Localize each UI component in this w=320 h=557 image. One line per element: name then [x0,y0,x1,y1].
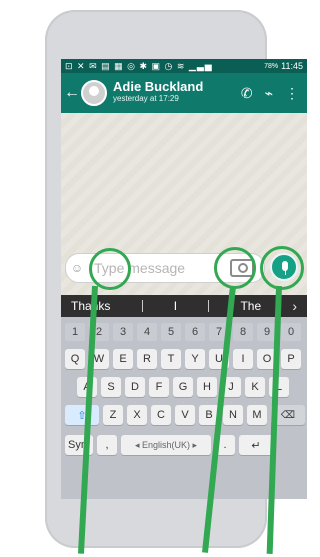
key-s[interactable]: S [101,377,121,397]
emoji-icon[interactable]: ☺ [66,261,88,275]
status-bar: ⊡ ✕ ✉ ▤ ▦ ◎ ✱ ▣ ◷ ≋ ▁▃▅ 78% 11:45 [61,59,307,73]
key-g[interactable]: G [173,377,193,397]
call-icon[interactable]: ✆ [241,85,253,102]
contact-name: Adie Buckland [113,79,204,94]
key-f[interactable]: F [149,377,169,397]
suggestion-right[interactable]: The [240,299,261,313]
key-n[interactable]: N [223,405,243,425]
key-d[interactable]: D [125,377,145,397]
key-c[interactable]: C [151,405,171,425]
attach-icon[interactable]: ⌁ [265,85,273,102]
key-q[interactable]: Q [65,349,85,369]
key-6[interactable]: 6 [185,323,205,341]
key-y[interactable]: Y [185,349,205,369]
status-time: 11:45 [281,61,303,71]
key-8[interactable]: 8 [233,323,253,341]
key-1[interactable]: 1 [65,323,85,341]
number-row: 1 2 3 4 5 6 7 8 9 0 [61,323,301,347]
key-3[interactable]: 3 [113,323,133,341]
key-t[interactable]: T [161,349,181,369]
key-e[interactable]: E [113,349,133,369]
key-row-2: A S D F G H J K L [61,377,289,401]
last-seen: yesterday at 17:29 [113,94,179,103]
key-0[interactable]: 0 [281,323,301,341]
key-z[interactable]: Z [103,405,123,425]
suggestion-divider [141,300,143,312]
back-icon[interactable]: ← [63,84,81,102]
status-icons: ⊡ ✕ ✉ ▤ ▦ ◎ ✱ ▣ ◷ ≋ ▁▃▅ [65,60,213,71]
key-row-3: ⇧ Z X C V B N M ⌫ [61,405,305,429]
suggestion-middle[interactable]: I [174,299,177,313]
chevron-right-icon[interactable]: › [292,298,297,314]
header-actions: ✆ ⌁ ⋮ [241,85,299,102]
key-p[interactable]: P [281,349,301,369]
key-row-1: Q W E R T Y U I O P [61,349,301,373]
key-x[interactable]: X [127,405,147,425]
key-i[interactable]: I [233,349,253,369]
key-5[interactable]: 5 [161,323,181,341]
key-r[interactable]: R [137,349,157,369]
key-row-4: Sym , ◂ English(UK) ▸ . ↵ [61,435,273,459]
battery-percent: 78% [264,62,279,70]
shift-icon[interactable]: ⇧ [65,405,99,425]
key-k[interactable]: K [245,377,265,397]
key-4[interactable]: 4 [137,323,157,341]
status-right: 78% 11:45 [264,61,303,71]
annotation-circle-input [89,248,131,290]
menu-icon[interactable]: ⋮ [285,85,299,102]
space-key[interactable]: ◂ English(UK) ▸ [121,435,211,455]
key-m[interactable]: M [247,405,267,425]
chat-header: ← Adie Buckland yesterday at 17:29 ✆ ⌁ ⋮ [61,73,307,113]
annotation-circle-camera [214,247,256,289]
word-suggestions: Thanks I The › [61,295,307,317]
comma-key[interactable]: , [97,435,117,455]
avatar[interactable] [81,80,107,106]
annotation-circle-mic [260,246,304,290]
enter-icon[interactable]: ↵ [239,435,273,455]
suggestion-divider [208,300,210,312]
chat-title[interactable]: Adie Buckland yesterday at 17:29 [113,79,204,105]
key-h[interactable]: H [197,377,217,397]
key-v[interactable]: V [175,405,195,425]
